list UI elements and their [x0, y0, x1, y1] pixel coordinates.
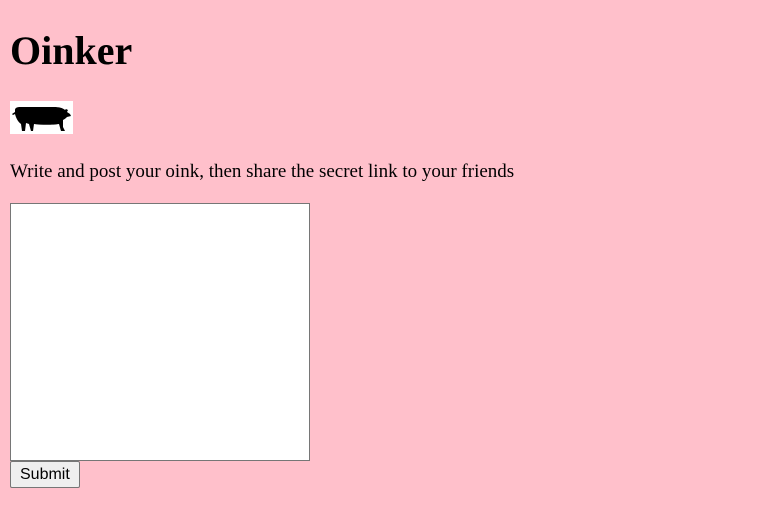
page: Oinker Write and post your oink, then sh… — [0, 0, 781, 523]
pig-icon — [12, 107, 71, 131]
pig-logo — [10, 101, 73, 134]
submit-button[interactable]: Submit — [10, 461, 80, 488]
instructions-text: Write and post your oink, then share the… — [10, 161, 515, 182]
page-title: Oinker — [10, 28, 133, 73]
oink-textarea[interactable] — [10, 203, 310, 461]
